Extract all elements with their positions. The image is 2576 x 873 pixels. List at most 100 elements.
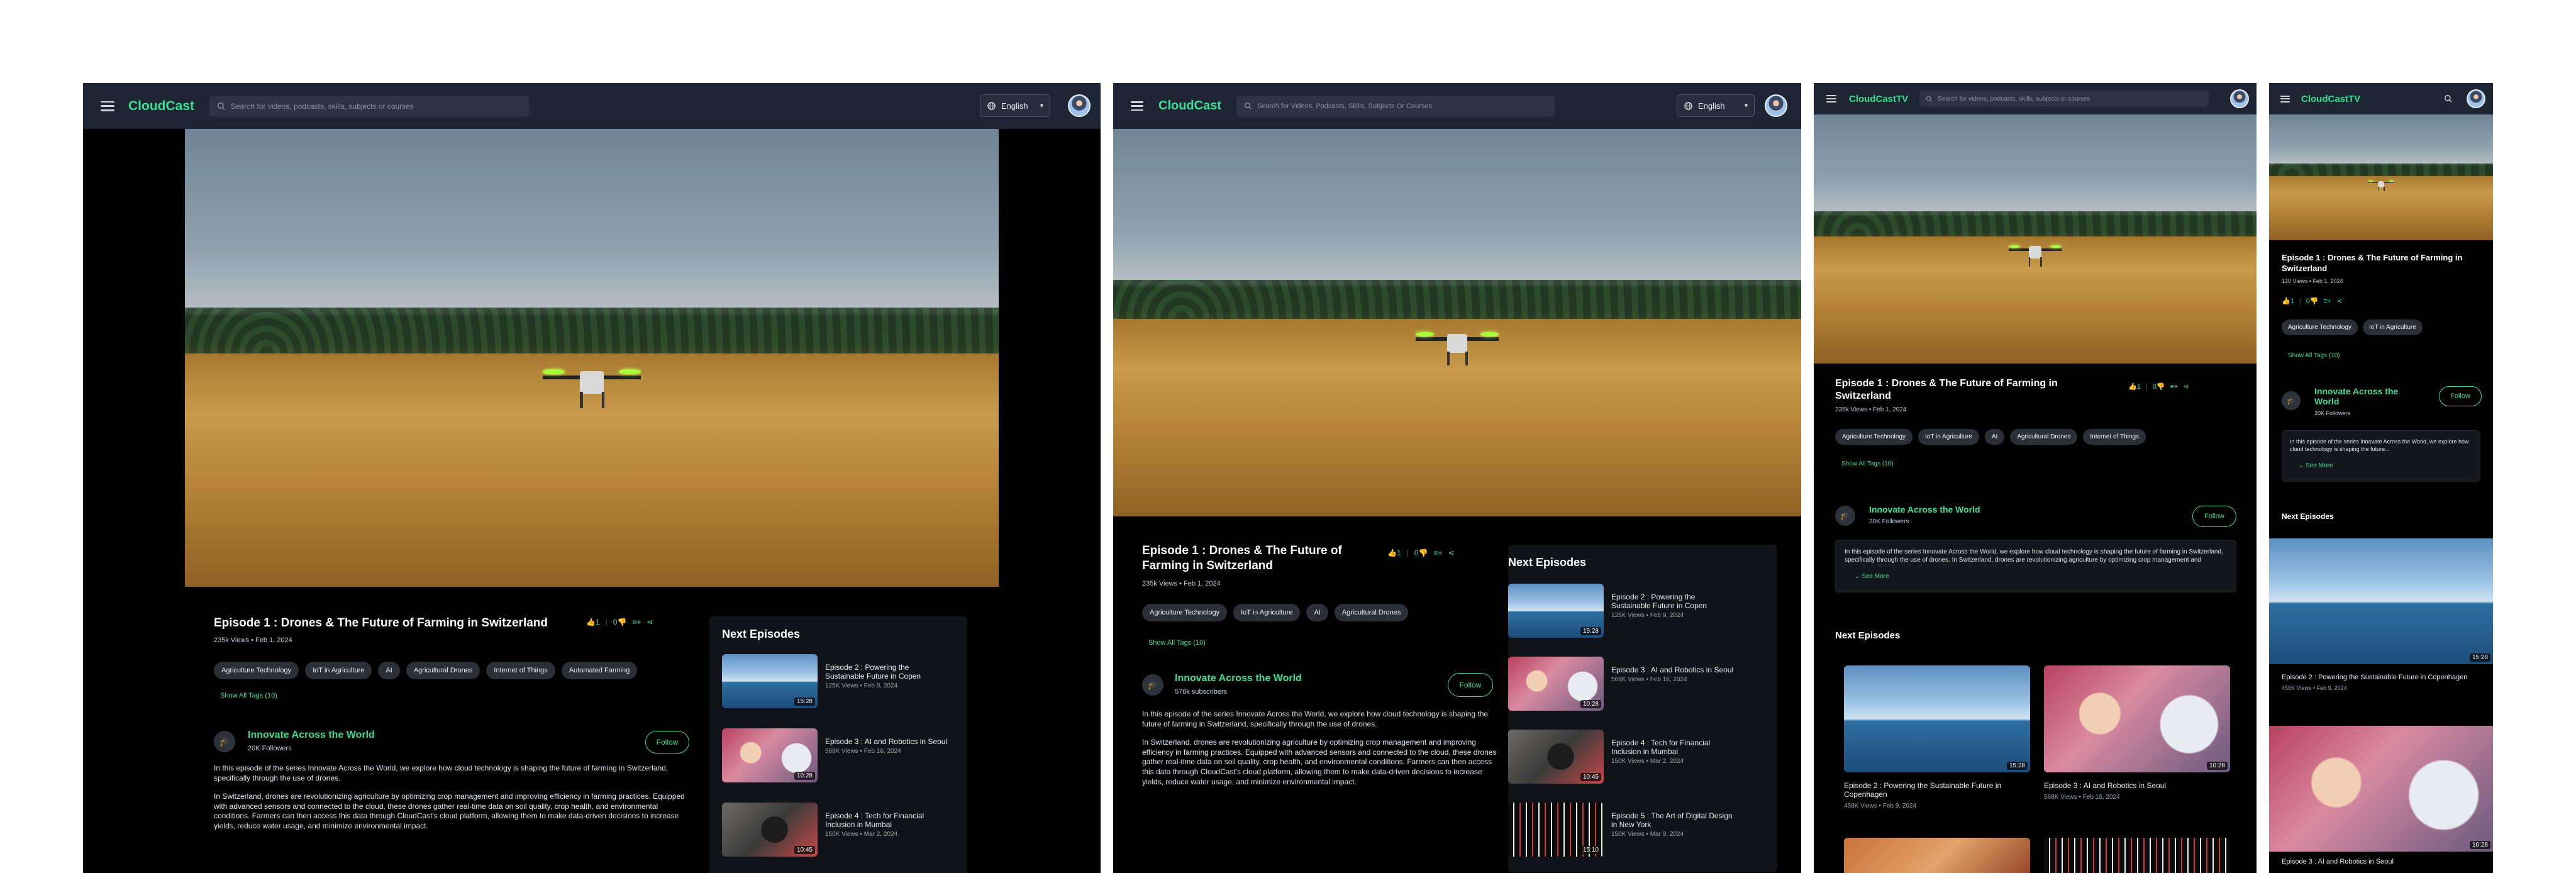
video-player[interactable] xyxy=(185,129,999,587)
dislike-button[interactable]: 0👎 xyxy=(2306,297,2319,305)
episode-thumbnail[interactable]: 10:28 xyxy=(2044,665,2230,772)
episode-thumbnail[interactable]: 10:28 xyxy=(1508,657,1604,711)
search-icon[interactable] xyxy=(2444,94,2453,103)
like-button[interactable]: 👍1 xyxy=(2282,297,2294,305)
search-input[interactable]: Search for videos, podcasts, skills, sub… xyxy=(1919,91,2209,107)
tag-chip[interactable]: IoT in Agriculture xyxy=(305,662,372,679)
episode-card-title[interactable]: Episode 3 : AI and Robotics in Seoul xyxy=(1611,665,1737,674)
episode-card[interactable]: 15:28 Episode 2 : Powering the Sustainab… xyxy=(1508,584,1772,638)
tag-chip[interactable]: Agricultural Drones xyxy=(1334,604,1409,621)
tag-chip[interactable]: AI xyxy=(1306,604,1328,621)
episode-card[interactable]: 10:28 Episode 3 : AI and Robotics in Seo… xyxy=(2269,726,2493,865)
like-button[interactable]: 👍1 xyxy=(1387,548,1401,557)
episode-card-title[interactable]: Episode 4 : Tech for Financial Inclusion… xyxy=(825,811,951,829)
episode-card[interactable]: 10:28 Episode 3 : AI and Robotics in Seo… xyxy=(1508,657,1772,711)
video-player[interactable] xyxy=(1113,129,1801,516)
episode-card-title[interactable]: Episode 2 : Powering the Sustainable Fut… xyxy=(1611,592,1731,610)
avatar[interactable] xyxy=(2467,89,2485,108)
episode-card-title[interactable]: Episode 2 : Powering the Sustainable Fut… xyxy=(825,663,938,681)
share-icon[interactable]: ⋖ xyxy=(647,618,653,626)
episode-thumbnail[interactable]: 10:45 xyxy=(722,803,818,857)
video-player[interactable] xyxy=(1814,114,2257,364)
see-more-link[interactable]: ⌄ See More xyxy=(2299,462,2333,469)
search-input[interactable]: Search for Videos, Podcasts, Skills, Sub… xyxy=(1236,95,1555,117)
episode-card[interactable]: 15:28 Episode 2 : Powering the Sustainab… xyxy=(2269,538,2493,691)
like-button[interactable]: 👍1 xyxy=(2128,382,2141,391)
menu-icon[interactable] xyxy=(2280,95,2290,103)
tag-chip[interactable]: Internet of Things xyxy=(2083,429,2146,445)
show-all-tags-link[interactable]: Show All Tags (10) xyxy=(1148,639,1206,647)
dislike-button[interactable]: 0👎 xyxy=(1414,548,1428,557)
share-icon[interactable]: ⋖ xyxy=(2336,297,2342,305)
episode-card-title[interactable]: Episode 3 : AI and Robotics in Seoul xyxy=(2282,858,2480,865)
episode-card-title[interactable]: Episode 2 : Powering the Sustainable Fut… xyxy=(2282,673,2480,682)
episode-thumbnail[interactable]: 15:28 xyxy=(1508,584,1604,638)
video-player[interactable] xyxy=(2269,114,2493,240)
episode-card[interactable]: 15:28 Episode 2 : Powering the Sustainab… xyxy=(722,654,961,708)
episode-thumbnail[interactable]: 15:28 xyxy=(722,654,818,708)
tag-chip[interactable]: AI xyxy=(378,662,400,679)
channel-icon[interactable]: 🎓 xyxy=(1142,674,1163,696)
share-icon[interactable]: ⋖ xyxy=(1448,548,1454,557)
menu-icon[interactable] xyxy=(1826,95,1836,103)
tag-chip[interactable]: Agriculture Technology xyxy=(1835,429,1913,445)
logo[interactable]: CloudCast xyxy=(128,99,194,114)
episode-thumbnail[interactable] xyxy=(1844,838,2030,873)
tag-chip[interactable]: Agricultural Drones xyxy=(406,662,480,679)
tag-chip[interactable]: AI xyxy=(1984,429,2005,445)
channel-name[interactable]: Innovate Across the World xyxy=(2314,386,2421,406)
tag-chip[interactable]: Internet of Things xyxy=(486,662,555,679)
episode-card-title[interactable]: Episode 3 : AI and Robotics in Seoul xyxy=(2044,781,2230,790)
show-all-tags-link[interactable]: Show All Tags (10) xyxy=(1841,460,1894,467)
episode-thumbnail[interactable]: 15:28 xyxy=(1844,665,2030,772)
tag-chip[interactable]: Agriculture Technology xyxy=(1142,604,1228,621)
language-select[interactable]: English ▾ xyxy=(1677,94,1755,117)
episode-card[interactable]: 15:28 Episode 2 : Powering the Sustainab… xyxy=(1844,665,2030,809)
tag-chip[interactable]: IoT in Agriculture xyxy=(1918,429,1979,445)
tag-chip[interactable]: Agriculture Technology xyxy=(2282,320,2358,335)
episode-card[interactable]: 15:10 Episode 5 : The Art of Digital Des… xyxy=(1508,803,1772,857)
channel-name[interactable]: Innovate Across the World xyxy=(1175,673,1302,684)
channel-icon[interactable]: 🎓 xyxy=(1835,506,1855,526)
episode-card[interactable]: 10:45 Episode 4 : Tech for Financial Inc… xyxy=(1508,730,1772,784)
see-more-link[interactable]: ⌄ See More xyxy=(1855,573,1889,580)
episode-card[interactable]: 10:45 Episode 4 : Tech for Financial Inc… xyxy=(722,803,961,857)
follow-button[interactable]: Follow xyxy=(1448,673,1493,697)
tag-chip[interactable]: IoT in Agriculture xyxy=(2363,320,2423,335)
tag-chip[interactable]: Agricultural Drones xyxy=(2010,429,2078,445)
show-all-tags-link[interactable]: Show All Tags (10) xyxy=(2288,352,2340,359)
tag-chip[interactable]: Agriculture Technology xyxy=(214,662,299,679)
tag-chip[interactable]: IoT in Agriculture xyxy=(1233,604,1301,621)
playlist-add-icon[interactable]: ≡+ xyxy=(632,618,641,626)
episode-card-title[interactable]: Episode 5 : The Art of Digital Design in… xyxy=(1611,811,1737,829)
logo[interactable]: CloudCastTV xyxy=(2301,94,2360,104)
episode-thumbnail[interactable] xyxy=(2044,838,2230,873)
episode-card-title[interactable]: Episode 2 : Powering the Sustainable Fut… xyxy=(1844,781,2030,799)
channel-name[interactable]: Innovate Across the World xyxy=(248,730,375,741)
episode-thumbnail[interactable]: 15:10 xyxy=(1508,803,1604,857)
playlist-add-icon[interactable]: ≡+ xyxy=(2170,383,2179,391)
episode-card-title[interactable]: Episode 3 : AI and Robotics in Seoul xyxy=(825,737,951,746)
channel-name[interactable]: Innovate Across the World xyxy=(1869,504,1980,514)
show-all-tags-link[interactable]: Show All Tags (10) xyxy=(220,692,277,699)
logo[interactable]: CloudCast xyxy=(1158,99,1221,113)
search-input[interactable]: Search for videos, podcasts, skills, sub… xyxy=(209,95,529,117)
episode-thumbnail[interactable]: 10:45 xyxy=(1508,730,1604,784)
menu-icon[interactable] xyxy=(101,101,114,111)
dislike-button[interactable]: 0👎 xyxy=(2153,382,2165,391)
share-icon[interactable]: ⋖ xyxy=(2183,382,2189,391)
avatar[interactable] xyxy=(1765,94,1787,117)
avatar[interactable] xyxy=(2230,89,2249,108)
playlist-add-icon[interactable]: ≡+ xyxy=(1433,548,1442,557)
episode-card-title[interactable]: Episode 4 : Tech for Financial Inclusion… xyxy=(1611,738,1737,756)
follow-button[interactable]: Follow xyxy=(2439,386,2482,406)
episode-thumbnail[interactable]: 15:28 xyxy=(2269,538,2493,664)
tag-chip[interactable]: Automated Farming xyxy=(561,662,638,679)
episode-thumbnail[interactable]: 10:28 xyxy=(2269,726,2493,852)
playlist-add-icon[interactable]: ≡+ xyxy=(2324,297,2332,305)
dislike-button[interactable]: 0👎 xyxy=(613,618,627,626)
follow-button[interactable]: Follow xyxy=(645,731,689,753)
menu-icon[interactable] xyxy=(1131,101,1143,111)
follow-button[interactable]: Follow xyxy=(2192,506,2236,527)
channel-icon[interactable]: 🎓 xyxy=(214,731,235,752)
